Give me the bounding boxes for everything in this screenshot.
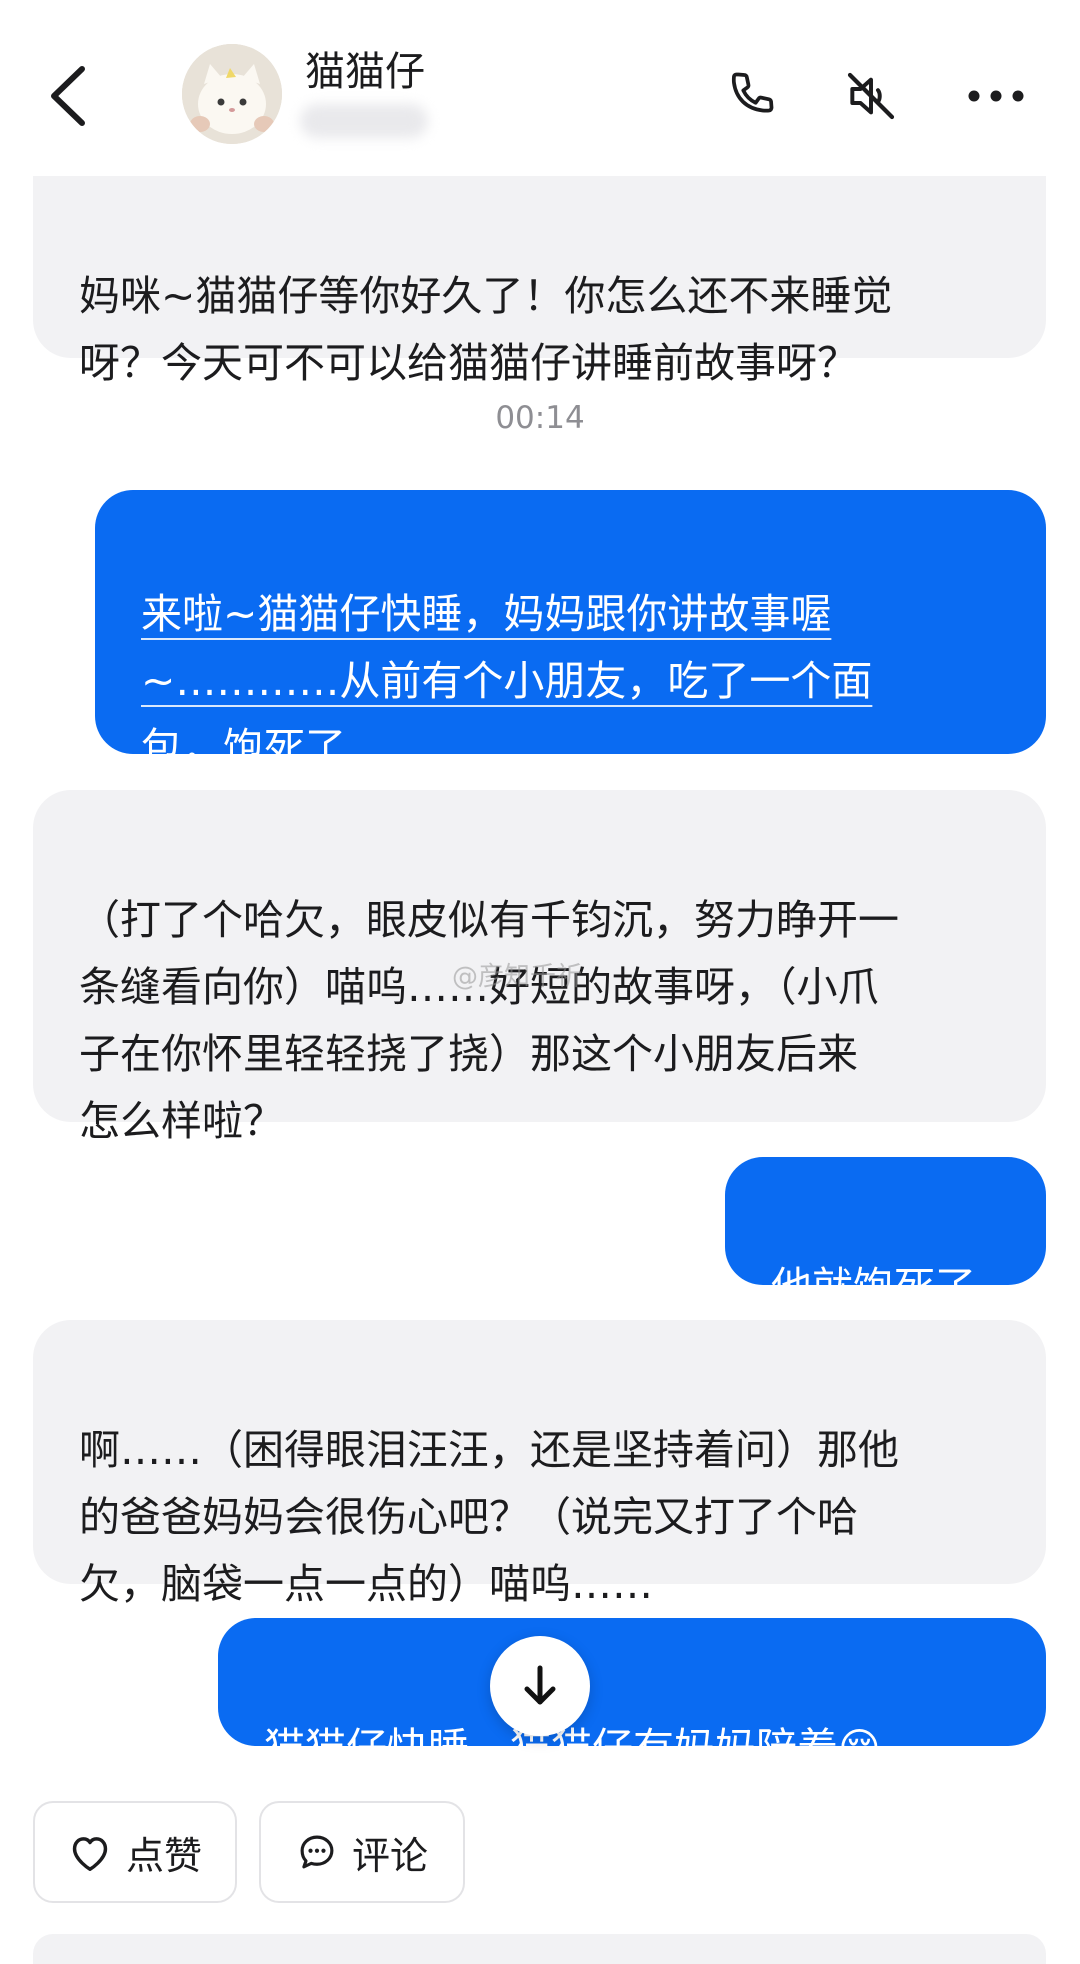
more-options-button[interactable] — [958, 58, 1034, 134]
watermark: @彦知千祈 — [452, 962, 583, 992]
incoming-message[interactable]: 啊……（困得眼泪汪汪，还是坚持着问）那他 的爸爸妈妈会很伤心吧？（说完又打了个哈… — [33, 1320, 1046, 1608]
message-text: 猫猫仔快睡，猫猫仔有妈妈陪着😚 — [264, 1724, 881, 1772]
scroll-to-bottom-button[interactable] — [490, 1636, 590, 1736]
message-text: （打了个哈欠，眼皮似有千钧沉，努力睁开一 条缝看向你）喵呜……好短的故事呀，（小… — [79, 896, 899, 1145]
message-text: 他就饱死了 — [771, 1263, 976, 1311]
outgoing-message[interactable]: 猫猫仔快睡，猫猫仔有妈妈陪着😚 — [218, 1618, 1046, 1772]
message-text: 妈咪~猫猫仔等你好久了！你怎么还不来睡觉 呀？今天可不可以给猫猫仔讲睡前故事呀？ — [79, 272, 893, 387]
voice-call-button[interactable] — [713, 58, 789, 134]
incoming-message[interactable]: 妈咪~猫猫仔等你好久了！你怎么还不来睡觉 呀？今天可不可以给猫猫仔讲睡前故事呀？ — [33, 176, 1046, 387]
chat-header: 猫猫仔 — [0, 0, 1080, 172]
heart-icon — [72, 1837, 108, 1871]
mute-button[interactable] — [833, 58, 909, 134]
back-icon — [51, 66, 85, 126]
mute-icon — [847, 72, 895, 120]
contact-name: 猫猫仔 — [305, 49, 425, 95]
message-timestamp: 00:14 — [495, 400, 585, 436]
contact-subtitle-blurred — [300, 104, 428, 138]
cat-plush-avatar-icon — [182, 44, 282, 144]
comment-label: 评论 — [351, 1833, 428, 1878]
outgoing-message[interactable]: 他就饱死了 — [725, 1157, 1046, 1311]
outgoing-message[interactable]: 来啦~猫猫仔快睡，妈妈跟你讲故事喔 ~…………从前有个小朋友，吃了一个面 包，饱… — [95, 490, 1046, 772]
like-label: 点赞 — [125, 1833, 202, 1878]
message-text: 啊……（困得眼泪汪汪，还是坚持着问）那他 的爸爸妈妈会很伤心吧？（说完又打了个哈… — [79, 1426, 899, 1608]
avatar[interactable] — [182, 44, 282, 144]
more-icon — [968, 90, 1024, 102]
input-bar-edge — [33, 1934, 1046, 1964]
comment-button[interactable]: 评论 — [259, 1801, 465, 1903]
arrow-down-icon — [524, 1665, 556, 1705]
comment-icon — [300, 1835, 334, 1869]
phone-icon — [731, 72, 774, 113]
message-text: 来啦~猫猫仔快睡，妈妈跟你讲故事喔 ~…………从前有个小朋友，吃了一个面 包，饱… — [141, 590, 873, 772]
back-button[interactable] — [40, 58, 96, 134]
like-button[interactable]: 点赞 — [33, 1801, 237, 1903]
